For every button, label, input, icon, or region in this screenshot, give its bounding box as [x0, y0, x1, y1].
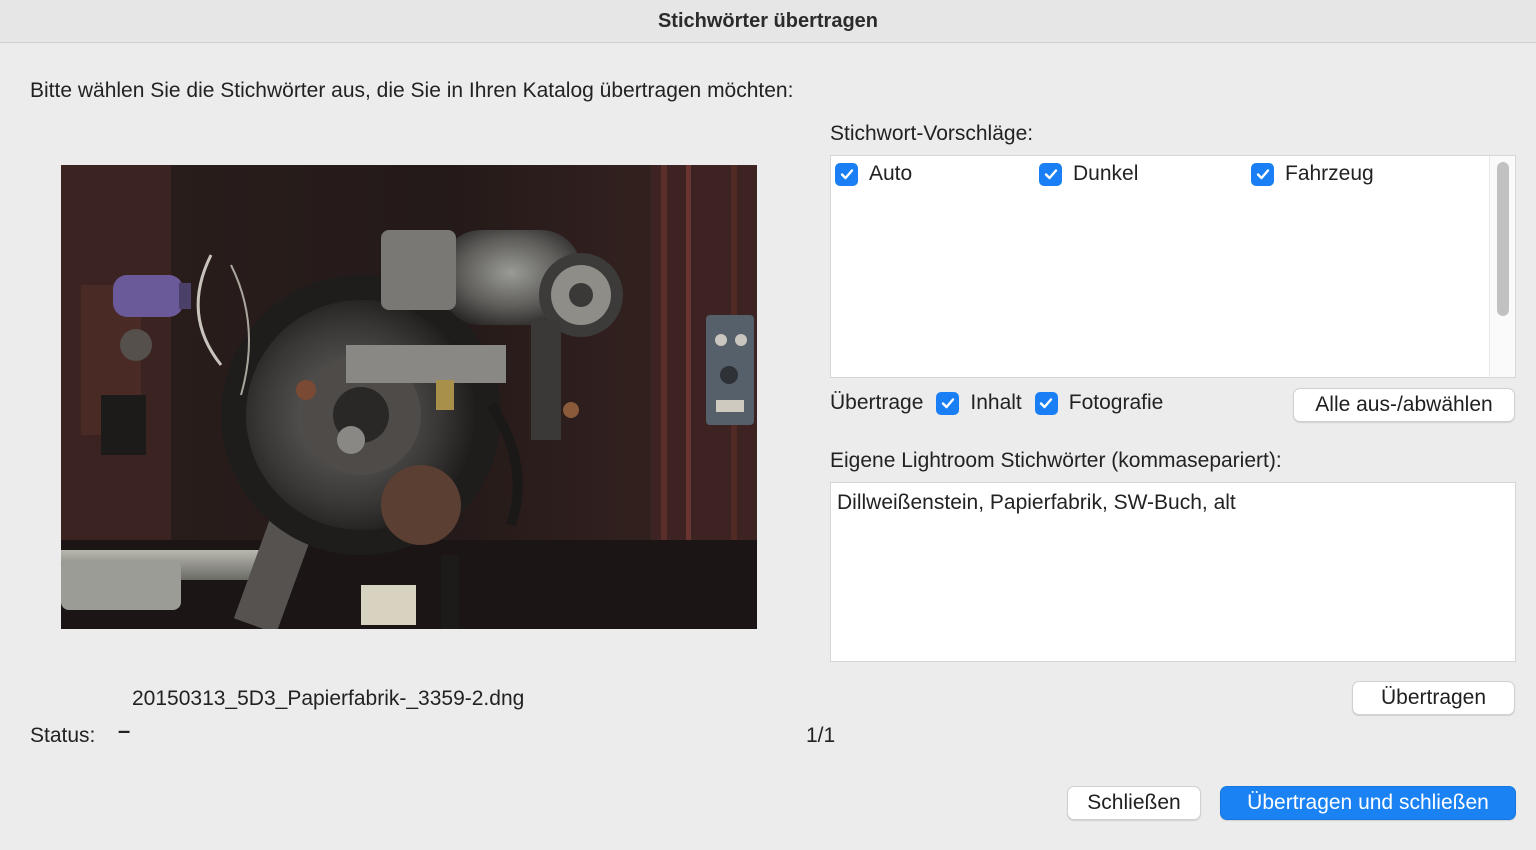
transfer-label: Übertrage [830, 391, 924, 414]
keyword-suggestion-dunkel[interactable]: Dunkel [1039, 162, 1138, 186]
photo-counter: 1/1 [806, 724, 836, 747]
transfer-and-close-button[interactable]: Übertragen und schließen [1220, 786, 1516, 820]
checkbox-checked-icon[interactable] [1039, 162, 1062, 186]
window-title: Stichwörter übertragen [657, 9, 879, 32]
checkbox-checked-icon[interactable] [1251, 162, 1274, 186]
photography-label[interactable]: Fotografie [1069, 391, 1164, 415]
checkbox-checked-icon[interactable] [835, 162, 858, 186]
keyword-suggestion-fahrzeug[interactable]: Fahrzeug [1251, 162, 1374, 186]
scrollbar-thumb[interactable] [1497, 162, 1509, 316]
status-label: Status: [30, 724, 96, 747]
toggle-all-button[interactable]: Alle aus-/abwählen [1293, 388, 1515, 422]
transfer-options-row: Übertrage Inhalt Fotografie [830, 391, 1163, 415]
close-button[interactable]: Schließen [1067, 786, 1201, 820]
intro-text: Bitte wählen Sie die Stichwörter aus, di… [30, 79, 794, 102]
transfer-button[interactable]: Übertragen [1352, 681, 1515, 715]
title-bar: Stichwörter übertragen [0, 0, 1536, 43]
keyword-label: Auto [869, 162, 913, 185]
own-keywords-field[interactable]: Dillweißenstein, Papierfabrik, SW-Buch, … [830, 482, 1516, 662]
keyword-label: Dunkel [1073, 162, 1139, 185]
photo-preview [61, 165, 757, 629]
suggestions-label: Stichwort-Vorschläge: [830, 122, 1034, 145]
suggestions-list: Auto Dunkel Fahrzeug [830, 155, 1516, 378]
checkbox-content[interactable] [936, 391, 960, 415]
photo-filename: 20150313_5D3_Papierfabrik-_3359-2.dng [132, 687, 525, 710]
suggestions-scrollbar[interactable] [1489, 156, 1515, 377]
machine-photo-image [61, 165, 757, 629]
content-label[interactable]: Inhalt [970, 391, 1021, 415]
checkbox-photography[interactable] [1034, 391, 1058, 415]
own-keywords-label: Eigene Lightroom Stichwörter (kommasepar… [830, 449, 1282, 472]
keyword-label: Fahrzeug [1285, 162, 1374, 185]
status-value: – [118, 718, 131, 743]
keyword-suggestion-auto[interactable]: Auto [835, 162, 912, 186]
